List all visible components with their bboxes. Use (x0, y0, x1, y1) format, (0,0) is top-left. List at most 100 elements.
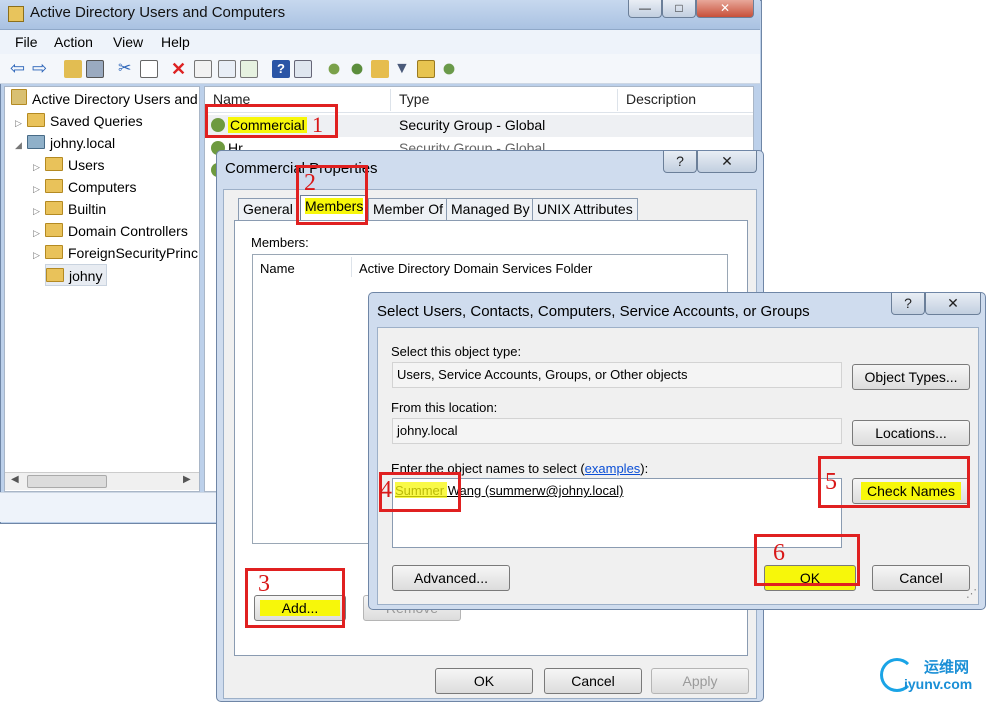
folder-icon (45, 245, 63, 259)
cancel-button[interactable]: Cancel (544, 668, 642, 694)
menu-help[interactable]: Help (161, 34, 190, 50)
expand-arrow-icon[interactable]: ▷ (33, 222, 45, 244)
scroll-right-icon[interactable]: ▶ (183, 474, 191, 485)
folder-icon (27, 113, 45, 127)
scroll-thumb[interactable] (27, 475, 107, 488)
scroll-left-icon[interactable]: ◀ (11, 474, 19, 485)
refresh-icon[interactable] (218, 60, 236, 78)
object-type-label: Select this object type: (391, 344, 522, 359)
callout-number-3: 3 (258, 571, 270, 597)
new-ou-icon[interactable] (371, 60, 389, 78)
watermark-cn: 运维网 (924, 659, 970, 676)
app-icon (8, 6, 24, 22)
col-divider[interactable] (390, 89, 391, 111)
callout-number-4: 4 (380, 477, 392, 503)
menu-bar: File Action View Help (0, 30, 760, 54)
forward-icon[interactable]: ⇨ (32, 59, 50, 78)
callout-number-1: 1 (312, 112, 323, 137)
advanced-button[interactable]: Advanced... (392, 565, 510, 591)
expand-arrow-icon[interactable]: ▷ (15, 112, 27, 134)
col-divider[interactable] (617, 89, 618, 111)
callout-box-5 (818, 456, 970, 508)
title-bar[interactable]: Active Directory Users and Computers — □… (0, 0, 760, 30)
members-label: Members: (251, 235, 309, 250)
tab-managed-by[interactable]: Managed By (446, 198, 535, 220)
tab-general[interactable]: General (238, 198, 298, 220)
object-type-field: Users, Service Accounts, Groups, or Othe… (392, 362, 842, 388)
maximize-button[interactable]: □ (662, 0, 696, 18)
tree-item-foreign-security[interactable]: ▷ ForeignSecurityPrinc (33, 242, 198, 264)
tree-item-computers[interactable]: ▷ Computers (33, 176, 136, 198)
ok-button[interactable]: OK (435, 668, 533, 694)
cut-icon[interactable]: ✂ (118, 60, 136, 78)
copy-icon[interactable] (140, 60, 158, 78)
tree-item-johny[interactable]: johny (45, 264, 108, 286)
toolbar: ⇦ ⇨ ✂ ✕ ? ▼ (0, 54, 760, 84)
tree-item-builtin[interactable]: ▷ Builtin (33, 198, 106, 220)
back-icon[interactable]: ⇦ (10, 59, 28, 78)
col-divider (351, 257, 352, 277)
select-dialog: Select Users, Contacts, Computers, Servi… (368, 292, 986, 610)
mmc-window-icon[interactable] (294, 60, 312, 78)
resize-grip-icon[interactable]: ⋰ (966, 588, 980, 602)
menu-action[interactable]: Action (54, 34, 93, 50)
expand-arrow-icon[interactable]: ▷ (33, 156, 45, 178)
expand-arrow-icon[interactable]: ▷ (33, 244, 45, 266)
tab-member-of[interactable]: Member Of (368, 198, 449, 220)
tab-unix-attributes[interactable]: UNIX Attributes (532, 198, 638, 220)
help-button[interactable]: ? (663, 151, 697, 173)
callout-number-5: 5 (825, 469, 837, 495)
collapse-arrow-icon[interactable]: ◢ (15, 134, 27, 156)
tree-item-domain[interactable]: ◢ johny.local (15, 132, 115, 154)
filter-icon[interactable]: ▼ (394, 60, 412, 78)
ou-icon (46, 268, 64, 282)
tree-item-saved-queries[interactable]: ▷ Saved Queries (15, 110, 143, 132)
select-title: Select Users, Contacts, Computers, Servi… (377, 303, 810, 320)
tree-item-domain-controllers[interactable]: ▷ Domain Controllers (33, 220, 188, 242)
properties-icon[interactable] (194, 60, 212, 78)
up-folder-icon[interactable] (64, 60, 82, 78)
watermark-url: iyunv.com (904, 676, 973, 692)
members-col-name[interactable]: Name (260, 261, 295, 276)
col-header-description[interactable]: Description (626, 91, 696, 107)
delete-icon[interactable]: ✕ (171, 60, 189, 78)
folder-icon (45, 157, 63, 171)
callout-number-2: 2 (304, 170, 316, 196)
help-icon[interactable]: ? (272, 60, 290, 78)
folder-icon (45, 179, 63, 193)
col-header-type[interactable]: Type (399, 91, 429, 107)
expand-arrow-icon[interactable]: ▷ (33, 178, 45, 200)
menu-view[interactable]: View (113, 34, 143, 50)
find-icon[interactable] (417, 60, 435, 78)
expand-arrow-icon[interactable]: ▷ (33, 200, 45, 222)
cancel-button[interactable]: Cancel (872, 565, 970, 591)
close-button[interactable]: ✕ (696, 0, 754, 18)
export-list-icon[interactable] (240, 60, 258, 78)
apply-button[interactable]: Apply (651, 668, 749, 694)
members-col-folder[interactable]: Active Directory Domain Services Folder (359, 261, 592, 276)
callout-box-6 (754, 534, 860, 586)
tree-root[interactable]: Active Directory Users and (11, 88, 198, 110)
close-button[interactable]: ✕ (697, 151, 757, 173)
minimize-button[interactable]: — (628, 0, 662, 18)
callout-number-6: 6 (773, 540, 785, 566)
help-button[interactable]: ? (891, 293, 925, 315)
list-row-type: Security Group - Global (399, 117, 546, 133)
locations-button[interactable]: Locations... (852, 420, 970, 446)
tree-horizontal-scrollbar[interactable]: ◀ ▶ (5, 472, 199, 490)
ad-root-icon (11, 89, 27, 105)
object-types-button[interactable]: Object Types... (852, 364, 970, 390)
new-user-icon[interactable] (325, 60, 343, 78)
new-group-icon[interactable] (348, 60, 366, 78)
domain-icon (27, 135, 45, 149)
watermark: 运维网 iyunv.com (880, 654, 986, 698)
folder-icon (45, 201, 63, 215)
examples-link[interactable]: examples (585, 461, 641, 476)
console-tree: Active Directory Users and ▷ Saved Querie… (4, 86, 200, 492)
show-hide-tree-icon[interactable] (86, 60, 104, 78)
menu-file[interactable]: File (15, 34, 38, 50)
location-label: From this location: (391, 400, 498, 415)
close-button[interactable]: ✕ (925, 293, 981, 315)
tree-item-users[interactable]: ▷ Users (33, 154, 105, 176)
add-to-group-icon[interactable] (440, 60, 458, 78)
